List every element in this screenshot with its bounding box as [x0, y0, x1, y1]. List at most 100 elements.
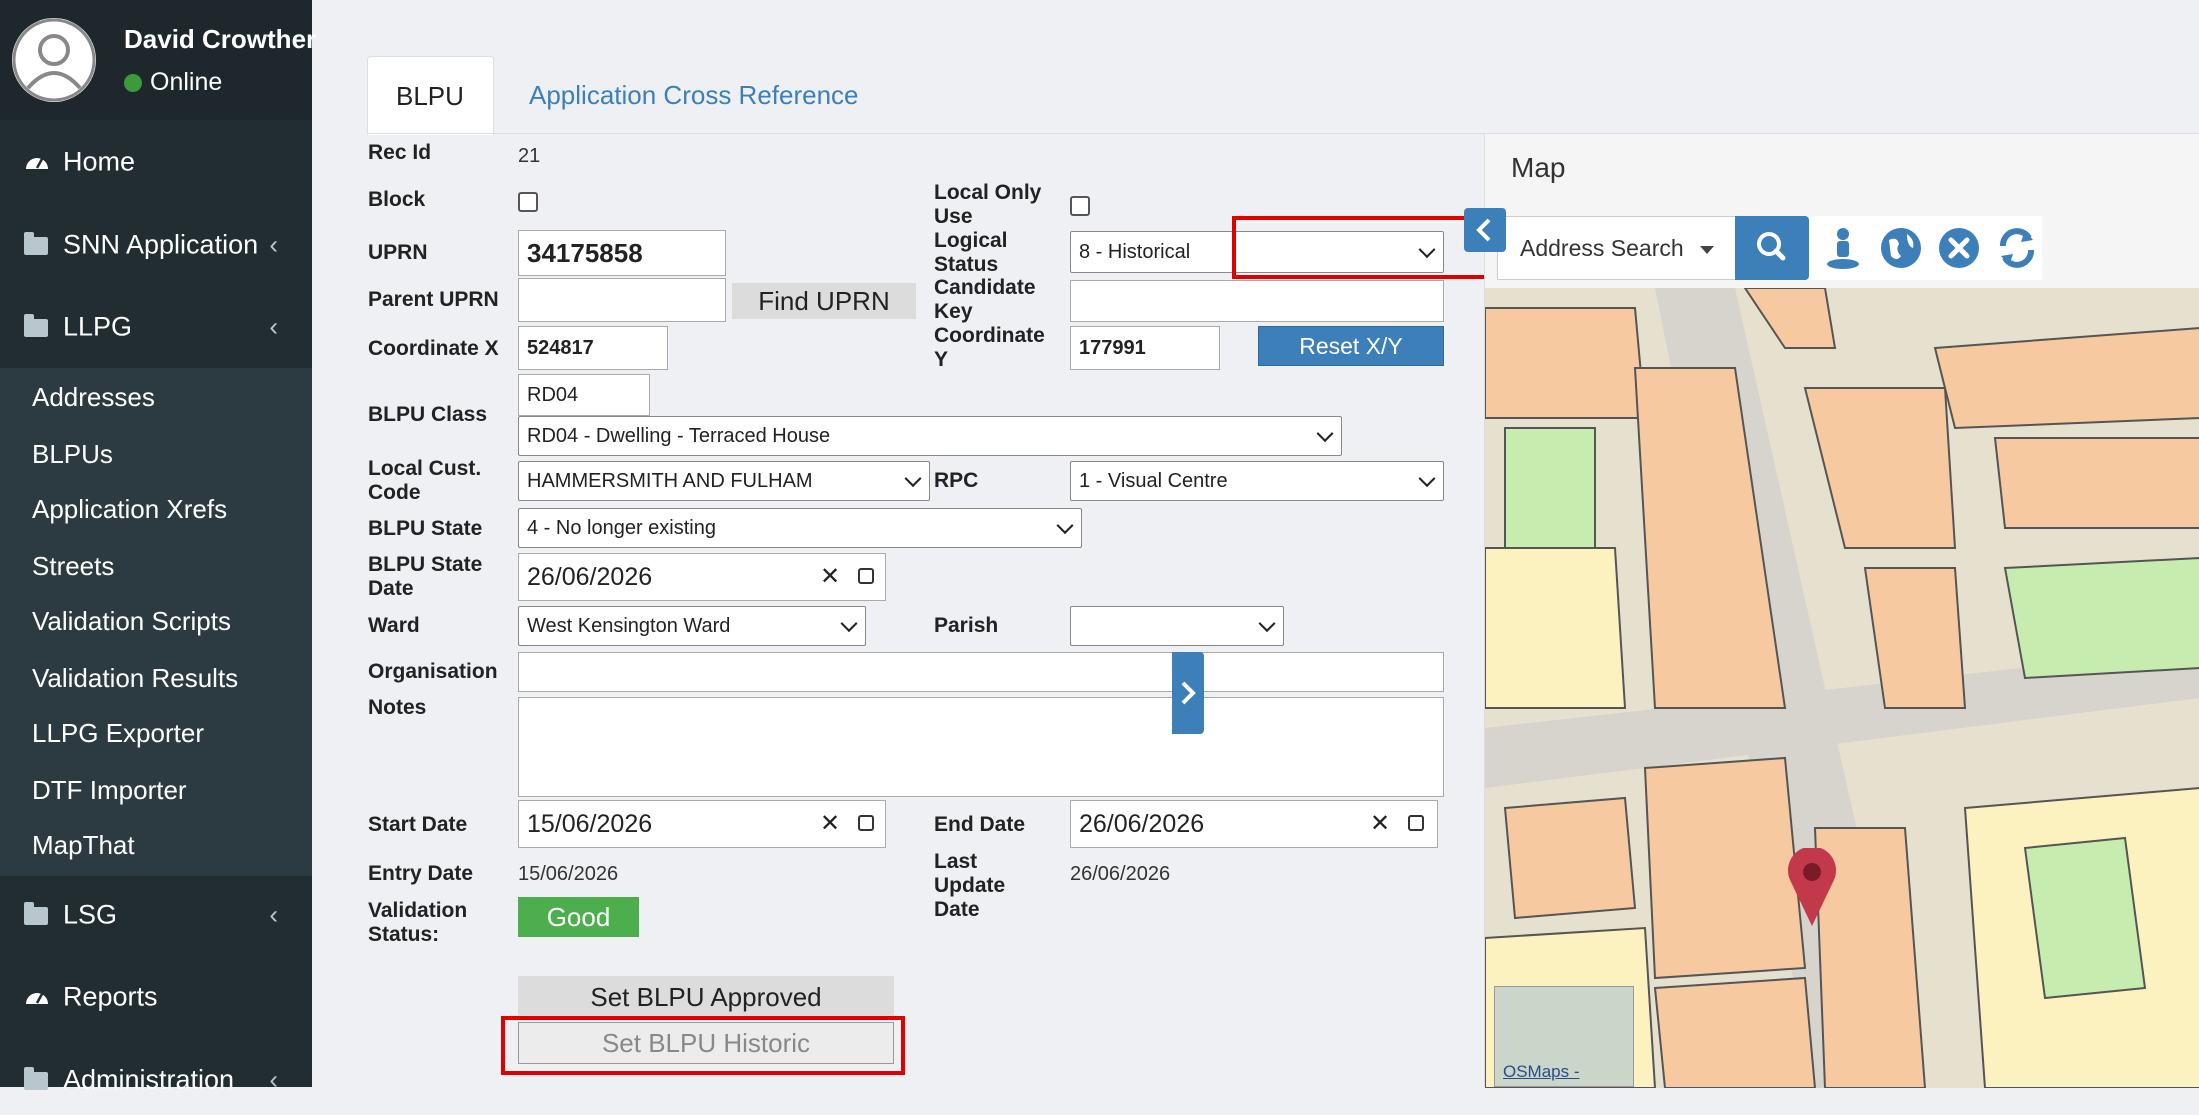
caret-down-icon [1700, 246, 1714, 254]
sidebar-item-lsg[interactable]: LSG ‹ [0, 880, 312, 950]
osmaps-attribution: OSMaps - [1503, 1062, 1580, 1081]
uprn-label: UPRN [368, 241, 428, 264]
submenu-item-addresses[interactable]: Addresses [32, 382, 155, 413]
sidebar-item-label: LSG [63, 899, 118, 930]
avatar [12, 18, 96, 102]
parish-select[interactable] [1070, 606, 1284, 646]
dashboard-icon [26, 993, 48, 1004]
user-name: David Crowther [124, 24, 317, 54]
set-blpu-approved-button[interactable]: Set BLPU Approved [518, 976, 894, 1018]
sidebar-item-label: Home [63, 146, 136, 177]
refresh-icon[interactable] [1995, 226, 2039, 270]
find-uprn-button[interactable]: Find UPRN [732, 283, 916, 319]
sidebar-item-administration[interactable]: Administration ‹ [0, 1045, 312, 1115]
blpu-state-select[interactable]: 4 - No longer existing [518, 508, 1082, 548]
submenu-item-dtf-importer[interactable]: DTF Importer [32, 775, 187, 806]
location-pin-icon[interactable] [1785, 848, 1839, 928]
chevron-down-icon [840, 615, 858, 633]
logical-status-value: 8 - Historical [1079, 240, 1191, 263]
submenu-item-streets[interactable]: Streets [32, 551, 114, 582]
block-checkbox[interactable] [518, 192, 538, 212]
block-label: Block [368, 188, 426, 211]
local-cust-code-value: HAMMERSMITH AND FULHAM [527, 469, 813, 492]
search-icon [1757, 232, 1786, 261]
map-collapse-button[interactable] [1464, 208, 1506, 252]
folder-icon [24, 902, 50, 926]
rpc-value: 1 - Visual Centre [1079, 469, 1228, 492]
last-update-date-value: 26/06/2026 [1070, 863, 1171, 885]
sidebar-item-home[interactable]: Home [0, 127, 312, 197]
ward-select[interactable]: West Kensington Ward [518, 606, 866, 646]
tab-label: Application Cross Reference [529, 80, 859, 110]
sidebar-item-reports[interactable]: Reports [0, 962, 312, 1032]
sidebar-item-llpg[interactable]: LLPG ‹ [0, 292, 312, 362]
end-date-label: End Date [934, 813, 1026, 836]
sidebar-item-snn-application[interactable]: SNN Application ‹ [0, 210, 312, 280]
uprn-input[interactable]: 34175858 [518, 230, 726, 276]
sidebar-item-label: Administration [63, 1064, 235, 1095]
notes-label: Notes [368, 696, 427, 719]
logical-status-label: Logical Status [934, 229, 1008, 276]
calendar-icon[interactable] [858, 815, 874, 831]
map-canvas[interactable] [1485, 288, 2199, 1088]
local-only-use-label: Local Only Use [934, 181, 1042, 223]
rpc-select[interactable]: 1 - Visual Centre [1070, 461, 1444, 501]
coordinate-x-input[interactable]: 524817 [518, 326, 668, 370]
rec-id-label: Rec Id [368, 141, 432, 164]
parent-uprn-input[interactable] [518, 278, 726, 322]
llpg-submenu: Addresses BLPUs Application Xrefs Street… [0, 368, 312, 876]
submenu-item-validation-scripts[interactable]: Validation Scripts [32, 606, 231, 637]
blpu-class-code-input[interactable]: RD04 [518, 374, 650, 416]
sidebar-item-label: LLPG [63, 311, 133, 342]
chevron-left-icon [1476, 218, 1491, 242]
blpu-state-label: BLPU State [368, 517, 483, 540]
osmaps-overview[interactable]: OSMaps - [1494, 986, 1634, 1087]
panel-expand-button[interactable] [1172, 652, 1204, 734]
calendar-icon[interactable] [1408, 815, 1424, 831]
chevron-left-icon: ‹ [269, 311, 278, 342]
chevron-down-icon [904, 470, 922, 488]
clear-date-icon[interactable]: ✕ [1370, 809, 1390, 838]
chevron-down-icon [1258, 615, 1276, 633]
street-view-icon[interactable] [1821, 226, 1865, 270]
clear-date-icon[interactable]: ✕ [820, 809, 840, 838]
entry-date-value: 15/06/2026 [518, 863, 619, 885]
folder-icon [24, 232, 50, 256]
submenu-item-validation-results[interactable]: Validation Results [32, 663, 238, 694]
online-dot-icon [124, 74, 142, 92]
reset-xy-button[interactable]: Reset X/Y [1258, 326, 1444, 366]
tab-blpu[interactable]: BLPU [367, 56, 494, 135]
globe-icon[interactable] [1879, 226, 1923, 270]
blpu-class-label: BLPU Class [368, 403, 488, 426]
blpu-class-select[interactable]: RD04 - Dwelling - Terraced House [518, 416, 1342, 456]
parish-label: Parish [934, 614, 999, 637]
local-cust-code-select[interactable]: HAMMERSMITH AND FULHAM [518, 461, 930, 501]
clear-date-icon[interactable]: ✕ [820, 562, 840, 591]
close-circle-icon[interactable] [1937, 226, 1981, 270]
address-search-dropdown[interactable]: Address Search [1497, 216, 1737, 280]
blpu-state-date-label: BLPU State Date [368, 553, 483, 600]
user-status: Online [124, 68, 222, 97]
submenu-item-llpg-exporter[interactable]: LLPG Exporter [32, 718, 204, 749]
organisation-label: Organisation [368, 660, 498, 683]
submenu-item-application-xrefs[interactable]: Application Xrefs [32, 494, 227, 525]
parent-uprn-label: Parent UPRN [368, 288, 499, 311]
submenu-item-blpus[interactable]: BLPUs [32, 439, 113, 470]
coordinate-y-input[interactable]: 177991 [1070, 326, 1220, 370]
map-toolbar: Address Search [1497, 216, 2042, 280]
local-only-use-checkbox[interactable] [1070, 196, 1090, 216]
coordinate-x-label: Coordinate X [368, 337, 499, 360]
folder-icon [24, 314, 50, 338]
blpu-state-value: 4 - No longer existing [527, 516, 716, 539]
submenu-item-mapthat[interactable]: MapThat [32, 830, 135, 861]
notes-textarea[interactable] [518, 697, 1444, 797]
organisation-input[interactable] [518, 652, 1444, 692]
chevron-down-icon [1316, 425, 1334, 443]
ward-label: Ward [368, 614, 420, 637]
chevron-right-icon [1181, 681, 1196, 705]
user-panel: David Crowther Online [0, 0, 316, 120]
sidebar: David Crowther Online Home SNN Applicati… [0, 0, 316, 1095]
calendar-icon[interactable] [858, 568, 874, 584]
map-search-button[interactable] [1735, 216, 1809, 280]
candidate-key-input[interactable] [1070, 280, 1444, 322]
